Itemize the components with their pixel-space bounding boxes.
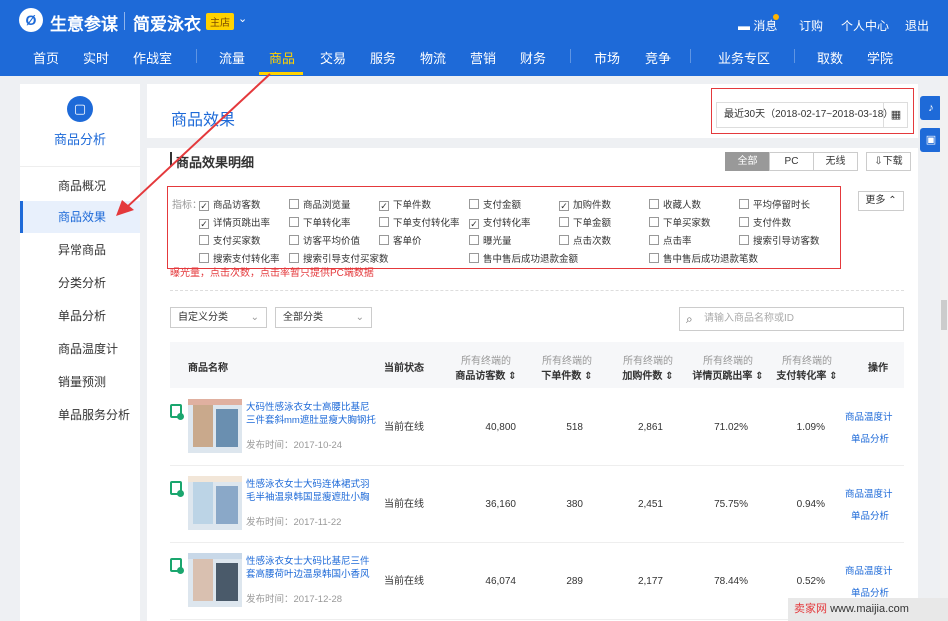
annotation-arrow bbox=[116, 73, 271, 216]
